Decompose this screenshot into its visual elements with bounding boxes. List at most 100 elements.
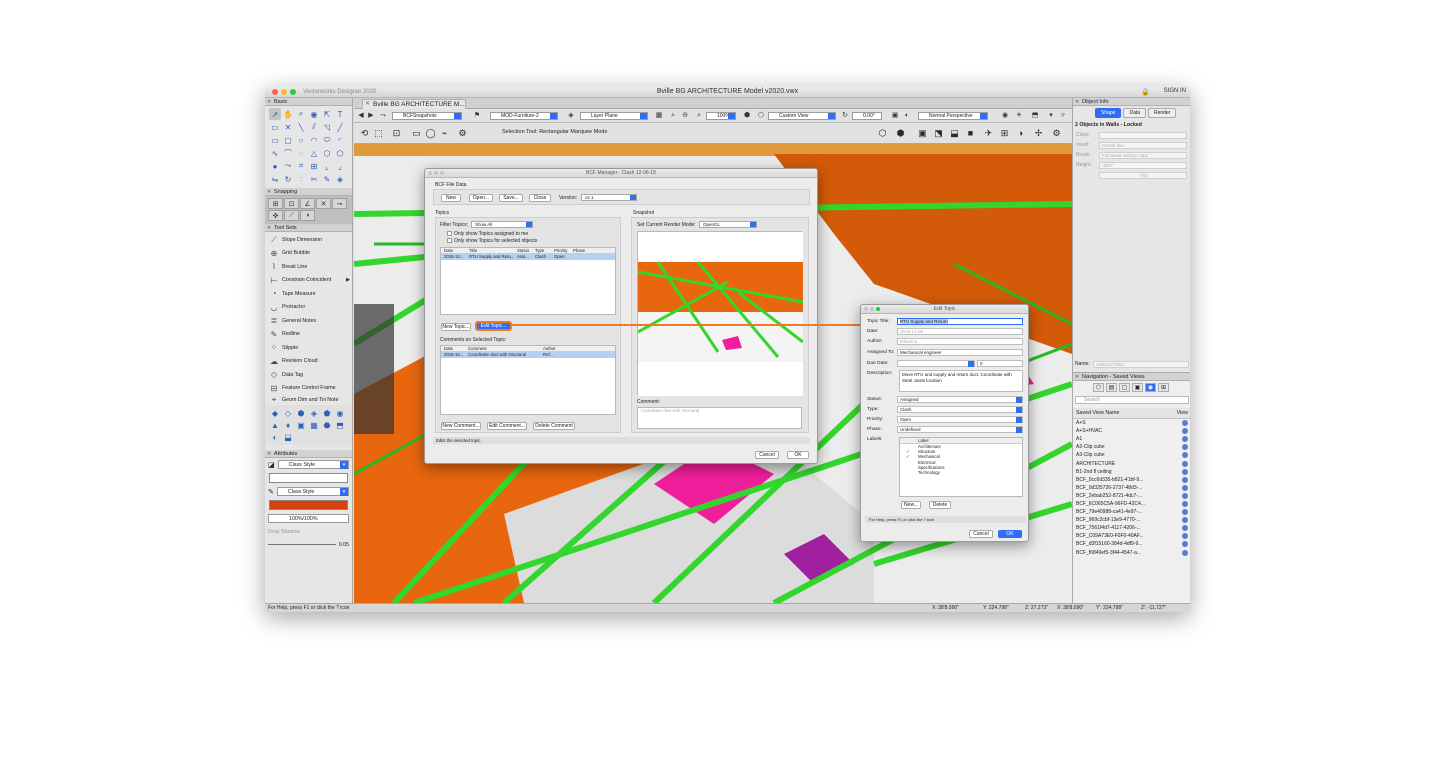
oi-field[interactable]: -28'0" bbox=[1099, 161, 1187, 169]
close-icon[interactable]: ✕ bbox=[267, 224, 271, 232]
saved-view-item[interactable]: B1-2nd fl ceiling bbox=[1073, 468, 1190, 476]
rectangle-tool-icon[interactable]: ▭ bbox=[269, 134, 281, 146]
stipple-tool-icon[interactable]: ● bbox=[269, 160, 281, 172]
edit-comment-button[interactable]: Edit Comment... bbox=[487, 422, 527, 430]
tool-set-item[interactable]: ⊟ Feature Control Frame bbox=[267, 382, 350, 396]
triangle-tool-icon[interactable]: △ bbox=[308, 147, 320, 159]
classes-icon[interactable]: ⬡ bbox=[1093, 383, 1104, 392]
freehand-tool-icon[interactable]: ∿ bbox=[269, 147, 281, 159]
col-date[interactable]: Date bbox=[441, 248, 466, 253]
flyover-tool-icon[interactable]: ◉ bbox=[308, 108, 320, 120]
stack-layers-icon[interactable]: ⬒ bbox=[1030, 111, 1040, 121]
tab-data[interactable]: Data bbox=[1123, 108, 1147, 118]
opacity-field[interactable]: 100%/100% bbox=[268, 514, 349, 523]
fill-swatch[interactable] bbox=[269, 473, 348, 483]
close-icon[interactable]: ✕ bbox=[267, 98, 271, 106]
detailing-set-icon[interactable]: ◇ bbox=[282, 407, 294, 419]
tool-set-item[interactable]: ⌇ Break Line bbox=[267, 260, 350, 274]
back-icon[interactable]: ◀ bbox=[356, 111, 366, 121]
align-icon[interactable]: ⊞ bbox=[998, 127, 1011, 140]
class-icon[interactable]: ⚑ bbox=[472, 111, 482, 121]
edit-topic-ok-button[interactable]: OK bbox=[998, 530, 1022, 538]
mirror-tool-icon[interactable]: ⇋ bbox=[269, 173, 281, 185]
flip-button[interactable]: Flip bbox=[1099, 171, 1187, 179]
walk-icon[interactable]: ✈ bbox=[982, 127, 995, 140]
eyedropper-tool-icon[interactable]: ✎ bbox=[321, 173, 333, 185]
date-field[interactable]: 2018-12-06 bbox=[897, 327, 1023, 335]
snap-to-tangent-icon[interactable]: ◑ bbox=[300, 210, 315, 221]
render-icon[interactable]: ▣ bbox=[890, 111, 900, 121]
landmark-set-icon[interactable]: ▲ bbox=[269, 419, 281, 431]
saved-view-select[interactable]: BCFSnapshots bbox=[392, 112, 462, 120]
close-tab-icon[interactable]: ✕ bbox=[365, 100, 370, 109]
new-comment-button[interactable]: New Comment... bbox=[441, 422, 481, 430]
saved-view-item[interactable]: BCF_7561f4d7-4117-4206-... bbox=[1073, 524, 1190, 532]
label-item[interactable]: Technology bbox=[900, 470, 1022, 475]
text-tool-icon[interactable]: T bbox=[334, 108, 346, 120]
line-weight-slider[interactable] bbox=[268, 544, 336, 545]
tool-set-item[interactable]: ⊢ Constrain Coincident ▶ bbox=[267, 274, 350, 288]
camera-record-icon[interactable]: ■ bbox=[964, 127, 977, 140]
view-toggle-icon[interactable] bbox=[1182, 541, 1188, 548]
settings-gear-icon[interactable]: ⚙ bbox=[1050, 127, 1063, 140]
building-shell-set-icon[interactable]: ⬢ bbox=[295, 407, 307, 419]
bcf-new-button[interactable]: New bbox=[441, 194, 461, 202]
layer-icon[interactable]: ◈ bbox=[566, 111, 576, 121]
fundamentals-set-icon[interactable]: ⬣ bbox=[321, 419, 333, 431]
circle-tool-icon[interactable]: ○ bbox=[295, 134, 307, 146]
oval-tool-icon[interactable]: ⬭ bbox=[321, 134, 333, 146]
view-toggle-icon[interactable] bbox=[1182, 549, 1188, 556]
layers-icon[interactable]: ▤ bbox=[1106, 383, 1117, 392]
description-field[interactable]: Move RTU and supply and return duct. Coo… bbox=[899, 370, 1023, 392]
sign-in-button[interactable]: SIGN IN bbox=[1164, 88, 1186, 94]
oi-field[interactable]: Full break without caps bbox=[1099, 151, 1187, 159]
zoom-out-icon[interactable]: ⊖ bbox=[680, 111, 690, 121]
view-toggle-icon[interactable] bbox=[1182, 452, 1188, 459]
layer-plane-select[interactable]: Layer Plane bbox=[580, 112, 648, 120]
saved-view-item[interactable]: ARCHITECTURE bbox=[1073, 459, 1190, 467]
topic-title-field[interactable]: RTU Supply and Return bbox=[897, 317, 1023, 325]
saved-view-item[interactable]: A+S bbox=[1073, 419, 1190, 427]
dims-notes-set-icon[interactable]: ◆ bbox=[269, 407, 281, 419]
tool-set-item[interactable]: ◔ Tape Measure bbox=[267, 287, 350, 301]
compass-icon[interactable]: ✢ bbox=[1032, 127, 1045, 140]
regular-polygon-tool-icon[interactable]: ⬡ bbox=[321, 147, 333, 159]
rotate-tool-icon[interactable]: ↻ bbox=[282, 173, 294, 185]
view-toggle-icon[interactable] bbox=[1182, 533, 1188, 540]
col-comment-date[interactable]: Date bbox=[441, 346, 465, 351]
close-icon[interactable]: ✕ bbox=[267, 188, 271, 196]
col-author[interactable]: Author bbox=[540, 346, 580, 351]
working-plane-icon[interactable]: ⬢ bbox=[894, 127, 907, 140]
snap-to-object-icon[interactable]: ⊡ bbox=[284, 198, 299, 209]
view-toggle-icon[interactable] bbox=[1182, 500, 1188, 507]
bcf-close-button[interactable]: Close bbox=[529, 194, 551, 202]
tool-set-item[interactable]: ◡ Protractor bbox=[267, 301, 350, 315]
selection-tool-icon[interactable]: ➚ bbox=[269, 108, 281, 120]
saved-view-item[interactable]: BCF_0cc6d335-b821-41bf-9... bbox=[1073, 476, 1190, 484]
building-set-icon[interactable]: ⬒ bbox=[334, 419, 346, 431]
col-title[interactable]: Title bbox=[466, 248, 514, 253]
snap-to-angle-icon[interactable]: ∠ bbox=[300, 198, 315, 209]
tool-set-item[interactable]: ≣ General Notes bbox=[267, 314, 350, 328]
tab-shape[interactable]: Shape bbox=[1095, 108, 1122, 118]
pen-swatch[interactable] bbox=[269, 500, 348, 510]
spotlight-set-icon[interactable]: ♦ bbox=[282, 419, 294, 431]
view-toggle-icon[interactable] bbox=[1182, 492, 1188, 499]
dialog-close-button[interactable] bbox=[428, 171, 432, 175]
dimension-tool-icon[interactable]: ✕ bbox=[282, 121, 294, 133]
edit-topic-cancel-button[interactable]: Cancel bbox=[969, 530, 993, 538]
section-icon[interactable]: ▣ bbox=[916, 127, 929, 140]
saved-views-icon[interactable]: ⤳ bbox=[378, 111, 388, 121]
view-toggle-icon[interactable] bbox=[1182, 460, 1188, 467]
marquee-mode-icon[interactable]: ⬚ bbox=[372, 127, 385, 140]
lock-icon[interactable]: 🔒 bbox=[1141, 88, 1150, 96]
saved-view-item[interactable]: BCF_6C065C5A-96FD-42C4... bbox=[1073, 500, 1190, 508]
arc-tool-icon[interactable]: ◠ bbox=[308, 134, 320, 146]
view-toggle-icon[interactable] bbox=[1182, 436, 1188, 443]
status-select[interactable]: Assigned bbox=[897, 395, 1023, 403]
col-phase[interactable]: Phase bbox=[570, 248, 590, 253]
type-select[interactable]: Clash bbox=[897, 405, 1023, 413]
label-column[interactable]: Label bbox=[900, 438, 929, 443]
preferences-icon[interactable]: ⚙ bbox=[456, 127, 469, 140]
chamfer-tool-icon[interactable]: ⌟ bbox=[334, 160, 346, 172]
